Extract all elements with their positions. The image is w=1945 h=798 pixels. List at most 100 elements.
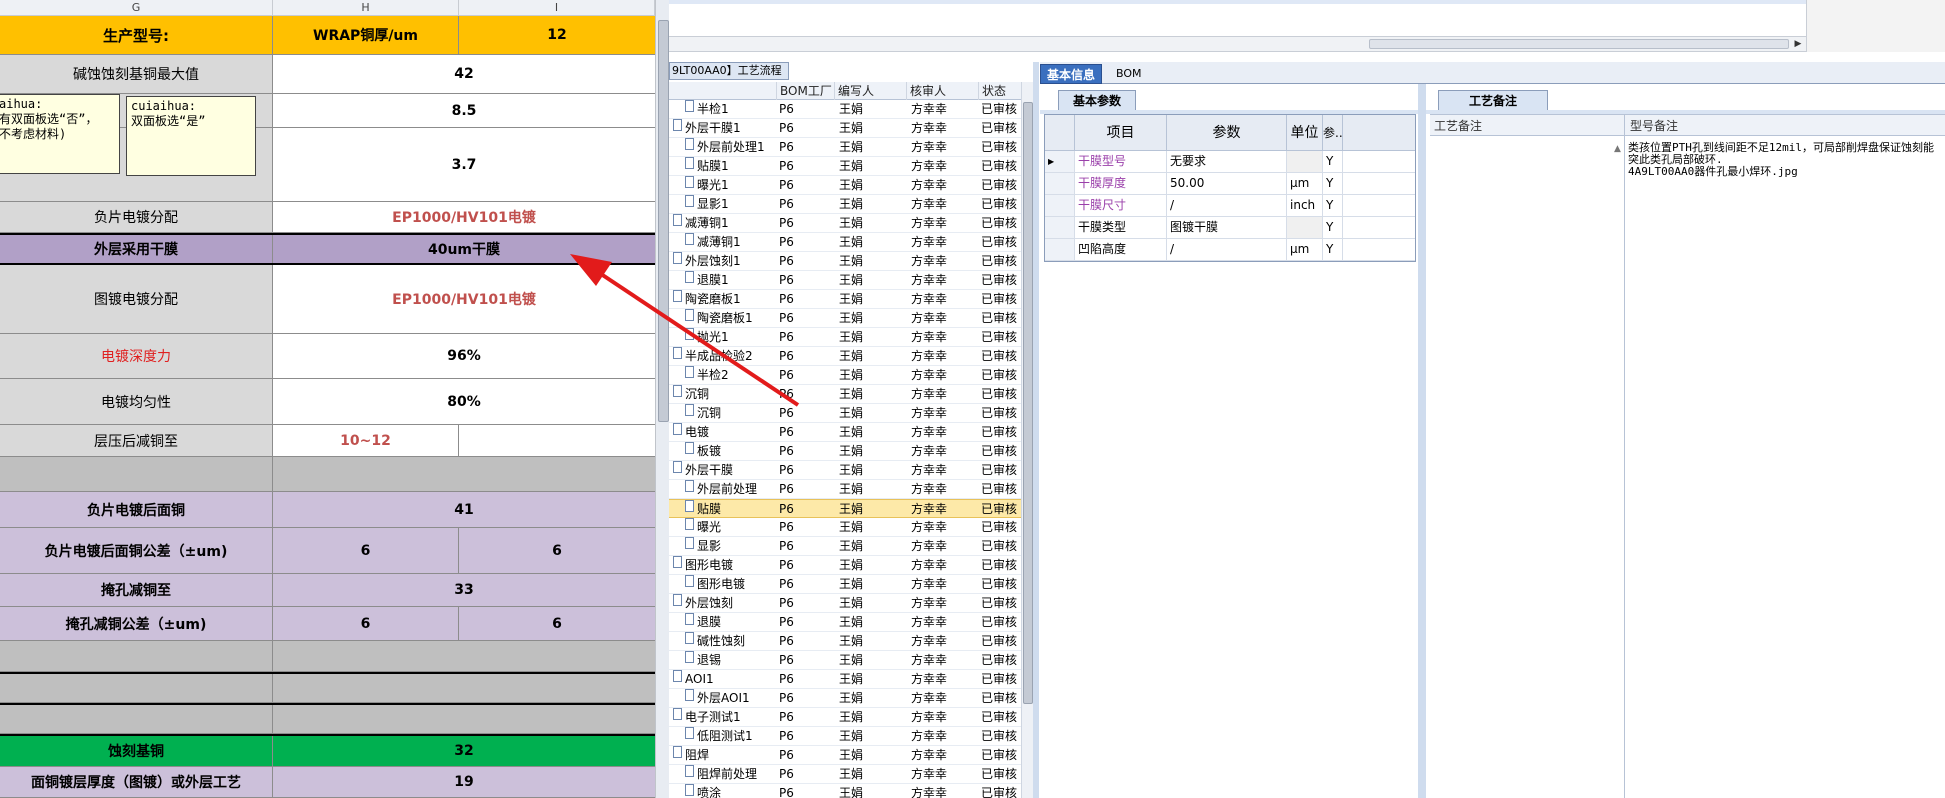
cell-h[interactable]: 6 [273, 607, 459, 640]
cell-label[interactable]: 电镀均匀性 [0, 379, 273, 424]
cell-label[interactable]: 掩孔减铜至 [0, 574, 273, 606]
cell-value[interactable]: 8.5 [273, 94, 655, 127]
panel-splitter[interactable] [1033, 62, 1039, 798]
tree-row[interactable]: 电子测试1 P6 王娟 方幸幸 已审核 [669, 708, 1031, 727]
tree-row[interactable]: 半成品检验2 P6 王娟 方幸幸 已审核 [669, 347, 1031, 366]
cell-label[interactable]: 负片电镀分配 [0, 202, 273, 232]
cell-label[interactable]: 外层采用干膜 [0, 235, 273, 263]
cell-comment[interactable]: cuiaihua: 双面板选“是” [126, 96, 256, 176]
tree-row[interactable]: 陶瓷磨板1 P6 王娟 方幸幸 已审核 [669, 290, 1031, 309]
cell-value[interactable] [273, 705, 655, 733]
cell-label[interactable]: 层压后减铜至 [0, 425, 273, 456]
cell-label[interactable] [0, 674, 273, 702]
tree-row[interactable]: 阻焊 P6 王娟 方幸幸 已审核 [669, 746, 1031, 765]
tree-row[interactable]: 贴膜 P6 王娟 方幸幸 已审核 [669, 499, 1031, 518]
cell-value[interactable]: 96% [273, 334, 655, 378]
panel-splitter[interactable] [1418, 84, 1426, 798]
tree-scrollbar[interactable] [1021, 82, 1033, 798]
tab-process-flow[interactable]: 9LT00AA0】工艺流程 [669, 62, 789, 80]
cell-value[interactable]: 42 [273, 55, 655, 93]
cell-label[interactable]: 面铜镀层厚度（图镀）或外层工艺 [0, 767, 273, 797]
tree-row[interactable]: 显影 P6 王娟 方幸幸 已审核 [669, 537, 1031, 556]
cell-label[interactable]: 负片电镀后面铜公差（±um) [0, 528, 273, 573]
tree-row[interactable]: 显影1 P6 王娟 方幸幸 已审核 [669, 195, 1031, 214]
tree-row[interactable]: 喷涂 P6 王娟 方幸幸 已审核 [669, 784, 1031, 798]
grid-row[interactable]: 干膜厚度 50.00 μm Y [1045, 173, 1415, 195]
cell-empty[interactable] [459, 425, 655, 456]
tree-row[interactable]: 退锡 P6 王娟 方幸幸 已审核 [669, 651, 1031, 670]
cell-value[interactable] [273, 457, 655, 491]
tree-row[interactable]: 半检2 P6 王娟 方幸幸 已审核 [669, 366, 1031, 385]
cell-label[interactable]: 碱蚀蚀刻基铜最大值 [0, 55, 273, 93]
tree-header-reviewer[interactable]: 核审人 [907, 82, 979, 100]
column-header-g[interactable]: G [0, 0, 273, 16]
cell-value[interactable]: 10~12 [273, 425, 459, 456]
tree-row[interactable]: 外层前处理1 P6 王娟 方幸幸 已审核 [669, 138, 1031, 157]
cell-value[interactable]: 33 [273, 574, 655, 606]
column-header-i[interactable]: I [459, 0, 655, 16]
grid-row[interactable]: 干膜尺寸 / inch Y [1045, 195, 1415, 217]
tree-row[interactable]: 外层蚀刻1 P6 王娟 方幸幸 已审核 [669, 252, 1031, 271]
grid-header-item[interactable]: 项目 [1075, 115, 1167, 151]
grid-cell-param[interactable]: / [1167, 239, 1287, 260]
cell-value[interactable]: 40um干膜 [273, 235, 655, 263]
cell-value[interactable]: EP1000/HV101电镀 [273, 202, 655, 232]
cell-label[interactable]: 掩孔减铜公差（±um) [0, 607, 273, 640]
cell-value[interactable]: 80% [273, 379, 655, 424]
scroll-up-arrow-icon[interactable]: ▲ [1614, 144, 1621, 154]
notes-col-model[interactable]: 型号备注 [1630, 117, 1678, 134]
cell-value[interactable]: EP1000/HV101电镀 [273, 265, 655, 333]
tree-row[interactable]: 贴膜1 P6 王娟 方幸幸 已审核 [669, 157, 1031, 176]
cell-label[interactable]: 负片电镀后面铜 [0, 492, 273, 527]
cell-label[interactable] [0, 641, 273, 671]
tab-bom[interactable]: BOM [1110, 64, 1148, 84]
scrollbar-thumb[interactable] [1369, 39, 1789, 49]
cell-value[interactable]: 32 [273, 736, 655, 766]
cell-i[interactable]: 6 [459, 607, 655, 640]
cell-i[interactable]: 6 [459, 528, 655, 573]
grid-header-unit[interactable]: 单位 [1287, 115, 1323, 151]
tree-row[interactable]: 图形电镀 P6 王娟 方幸幸 已审核 [669, 556, 1031, 575]
scrollbar-thumb[interactable] [658, 20, 669, 422]
grid-header-param[interactable]: 参数 [1167, 115, 1287, 151]
tree-row[interactable]: 低阻测试1 P6 王娟 方幸幸 已审核 [669, 727, 1031, 746]
tab-process-notes[interactable]: 工艺备注 [1438, 90, 1549, 110]
grid-row[interactable]: 干膜类型 图镀干膜 Y [1045, 217, 1415, 239]
tree-row[interactable]: 沉铜 P6 王娟 方幸幸 已审核 [669, 404, 1031, 423]
tab-basic-info[interactable]: 基本信息 [1040, 64, 1103, 84]
tree-row[interactable]: 外层干膜1 P6 王娟 方幸幸 已审核 [669, 119, 1031, 138]
cell-value[interactable] [273, 674, 655, 702]
cell-h[interactable]: WRAP铜厚/um [273, 16, 459, 54]
cell-comment[interactable]: aihua: 有双面板选“否”， 不考虑材料) [0, 94, 120, 174]
scrollbar-thumb[interactable] [1023, 102, 1033, 704]
tree-row[interactable]: 沉铜 P6 王娟 方幸幸 已审核 [669, 385, 1031, 404]
cell-label[interactable]: 蚀刻基铜 [0, 736, 273, 766]
cell-value[interactable]: 3.7 [273, 128, 655, 201]
tree-row[interactable]: 抛光1 P6 王娟 方幸幸 已审核 [669, 328, 1031, 347]
tree-row[interactable]: 减薄铜1 P6 王娟 方幸幸 已审核 [669, 214, 1031, 233]
tree-row[interactable]: 电镀 P6 王娟 方幸幸 已审核 [669, 423, 1031, 442]
cell-i[interactable]: 12 [459, 16, 655, 54]
tree-row[interactable]: 陶瓷磨板1 P6 王娟 方幸幸 已审核 [669, 309, 1031, 328]
notes-body[interactable]: 类孩位置PTH孔到线间距不足12mil，可局部削焊盘保证蚀刻能 突此类孔局部破环… [1430, 136, 1945, 798]
subtab-basic-params[interactable]: 基本参数 [1058, 90, 1137, 110]
notes-col-process[interactable]: 工艺备注 [1434, 117, 1482, 134]
cell-h[interactable]: 6 [273, 528, 459, 573]
scroll-right-arrow-icon[interactable]: ▶ [1791, 38, 1805, 50]
tree-row[interactable]: 减薄铜1 P6 王娟 方幸幸 已审核 [669, 233, 1031, 252]
grid-row[interactable]: ▶ 干膜型号 无要求 Y [1045, 151, 1415, 173]
cell-label[interactable]: 生产型号: [0, 16, 273, 54]
tree-row[interactable]: 板镀 P6 王娟 方幸幸 已审核 [669, 442, 1031, 461]
spreadsheet-scrollbar[interactable] [655, 0, 669, 798]
tree-row[interactable]: 外层蚀刻 P6 王娟 方幸幸 已审核 [669, 594, 1031, 613]
column-header-h[interactable]: H [273, 0, 459, 16]
tree-row[interactable]: 退膜 P6 王娟 方幸幸 已审核 [669, 613, 1031, 632]
tree-row[interactable]: 曝光1 P6 王娟 方幸幸 已审核 [669, 176, 1031, 195]
grid-cell-param[interactable]: / [1167, 195, 1287, 216]
horizontal-scrollbar[interactable]: ▶ [669, 36, 1809, 52]
grid-header-more[interactable]: 参... [1323, 115, 1346, 151]
tree-header-writer[interactable]: 编写人 [835, 82, 907, 100]
tree-row[interactable]: 碱性蚀刻 P6 王娟 方幸幸 已审核 [669, 632, 1031, 651]
cell-label[interactable]: 电镀深度力 [0, 334, 273, 378]
tree-row[interactable]: AOI1 P6 王娟 方幸幸 已审核 [669, 670, 1031, 689]
